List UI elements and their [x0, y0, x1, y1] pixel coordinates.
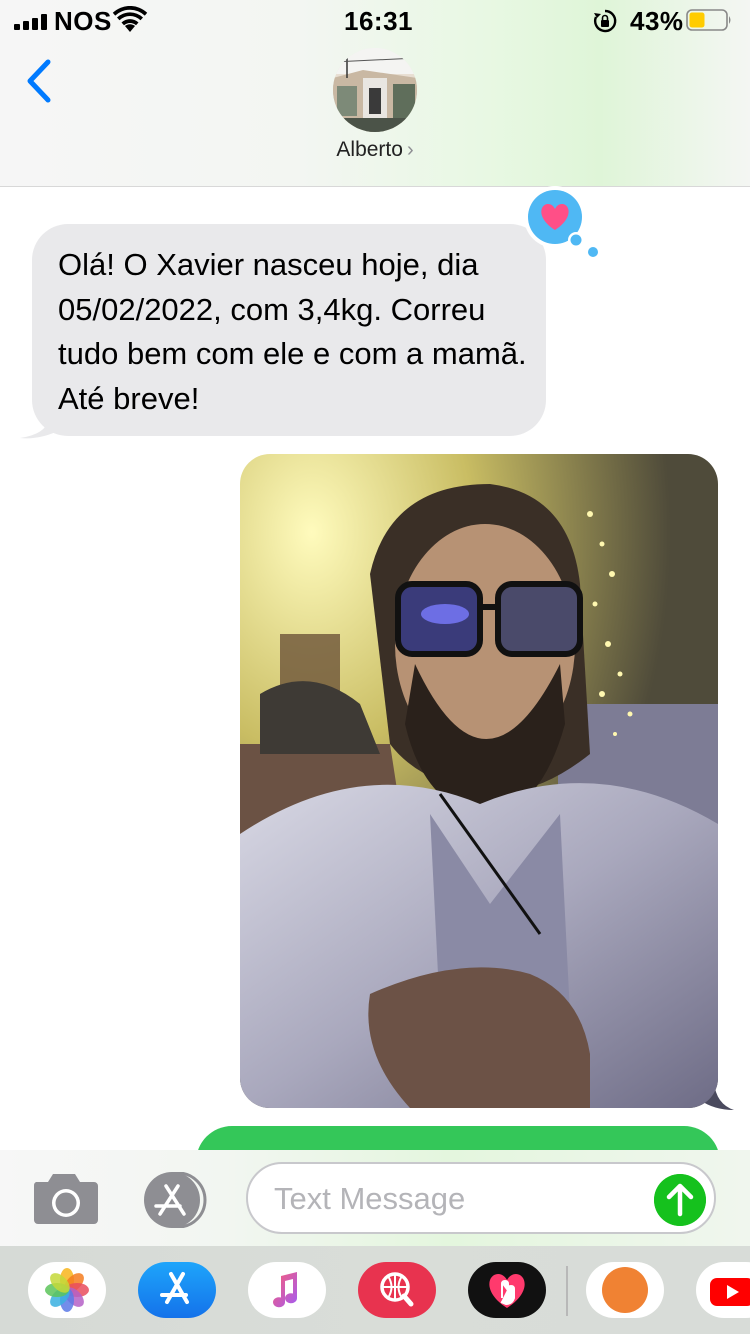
images-search-app-button[interactable] — [358, 1262, 436, 1318]
send-button[interactable] — [654, 1174, 706, 1226]
back-chevron-icon[interactable] — [22, 58, 58, 104]
app-store-icon — [160, 1272, 189, 1304]
app-store-icon[interactable] — [140, 1172, 212, 1228]
contact-name-label: Alberto — [336, 138, 403, 161]
battery-percentage: 43% — [630, 6, 684, 36]
incoming-message-text: Olá! O Xavier nasceu hoje, dia 05/02/202… — [58, 247, 527, 416]
photos-app-button[interactable] — [28, 1262, 106, 1318]
chevron-right-icon: › — [406, 139, 414, 161]
heart-icon[interactable] — [520, 184, 600, 264]
heart-touch-icon — [489, 1274, 525, 1308]
contact-name-button[interactable]: Alberto › — [300, 138, 450, 162]
music-app-button[interactable] — [248, 1262, 326, 1318]
battery-icon — [686, 9, 731, 31]
photos-icon — [45, 1268, 89, 1312]
app-store-app-button[interactable] — [138, 1262, 216, 1318]
carrier-name: NOS — [54, 6, 112, 36]
music-note-icon — [273, 1272, 298, 1308]
sent-photo[interactable] — [240, 454, 718, 1108]
digital-touch-app-button[interactable] — [468, 1262, 546, 1318]
youtube-icon — [710, 1278, 750, 1306]
memoji-app-button[interactable] — [586, 1262, 664, 1318]
camera-icon[interactable] — [30, 1170, 102, 1228]
drawer-divider — [566, 1266, 568, 1316]
signal-strength-icon — [14, 14, 48, 30]
memoji-icon — [602, 1267, 648, 1313]
status-time: 16:31 — [344, 6, 413, 36]
text-message-field[interactable] — [272, 1164, 646, 1234]
orientation-lock-icon — [594, 9, 617, 33]
youtube-app-button[interactable] — [696, 1262, 750, 1318]
contact-avatar[interactable] — [333, 48, 417, 132]
message-input[interactable] — [246, 1162, 716, 1234]
globe-search-icon — [380, 1272, 414, 1307]
wifi-icon — [112, 6, 148, 32]
